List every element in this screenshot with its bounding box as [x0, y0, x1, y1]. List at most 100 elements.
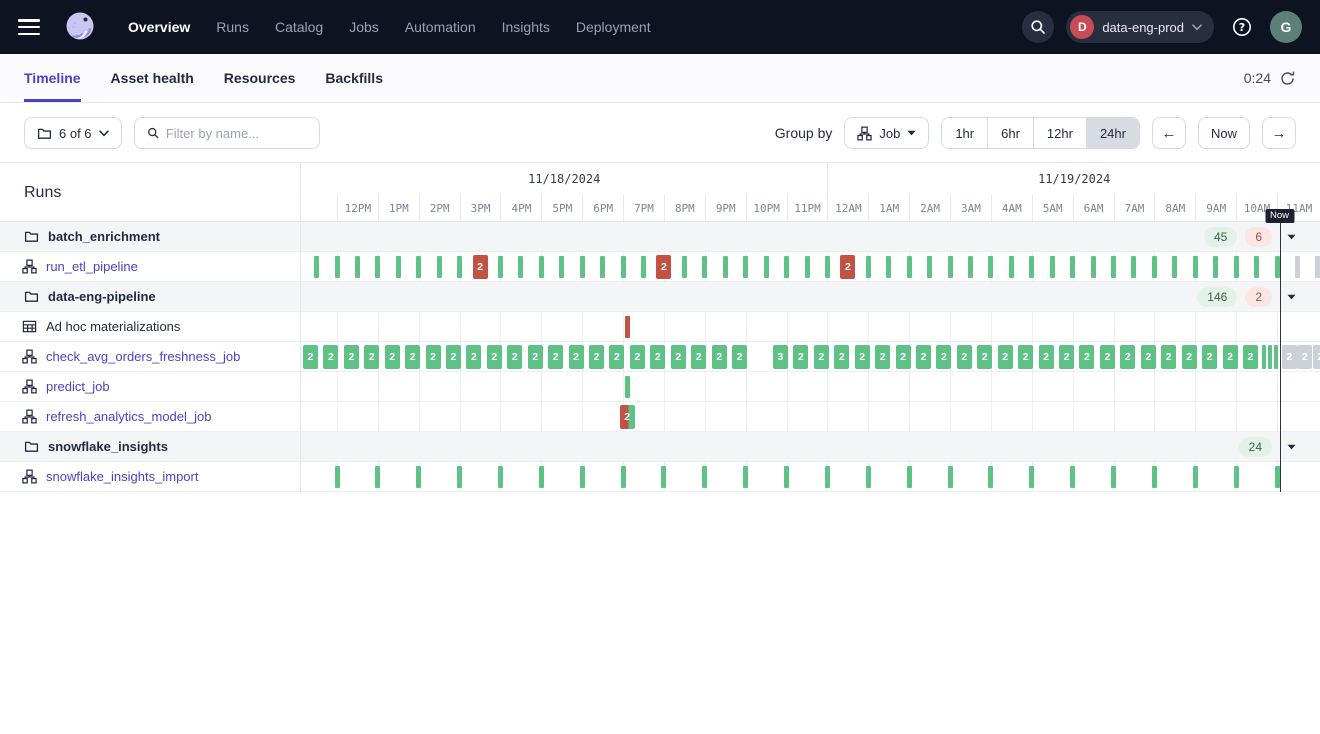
run-marker[interactable] — [416, 256, 421, 278]
run-marker[interactable] — [600, 256, 605, 278]
timeline-now-button[interactable]: Now — [1198, 117, 1250, 149]
run-marker[interactable] — [764, 256, 769, 278]
run-marker[interactable] — [1152, 256, 1157, 278]
range-12hr[interactable]: 12hr — [1033, 118, 1086, 148]
run-marker[interactable] — [1193, 256, 1198, 278]
run-marker[interactable] — [723, 256, 728, 278]
run-marker[interactable] — [539, 256, 544, 278]
run-marker[interactable] — [416, 466, 421, 488]
run-marker[interactable]: 2 — [1313, 345, 1320, 369]
run-marker[interactable]: 2 — [671, 345, 686, 369]
run-marker[interactable] — [335, 256, 340, 278]
run-marker[interactable] — [1152, 466, 1157, 488]
run-marker[interactable] — [625, 376, 630, 398]
nav-item-overview[interactable]: Overview — [128, 19, 190, 35]
tab-asset-health[interactable]: Asset health — [111, 54, 194, 102]
run-marker[interactable]: 2 — [405, 345, 420, 369]
run-marker[interactable] — [1213, 256, 1218, 278]
run-marker[interactable]: 2 — [1297, 345, 1312, 369]
run-marker[interactable] — [498, 466, 503, 488]
run-marker[interactable] — [988, 466, 993, 488]
run-marker[interactable] — [927, 256, 932, 278]
run-marker[interactable] — [743, 256, 748, 278]
run-marker[interactable] — [1111, 466, 1116, 488]
run-marker[interactable]: 2 — [1223, 345, 1238, 369]
run-marker[interactable]: 2 — [303, 345, 318, 369]
run-marker[interactable] — [396, 256, 401, 278]
run-marker[interactable] — [948, 256, 953, 278]
run-marker[interactable] — [621, 256, 626, 278]
run-marker[interactable] — [641, 256, 646, 278]
name-filter-input[interactable] — [166, 126, 307, 141]
run-marker[interactable]: 2 — [609, 345, 624, 369]
run-marker[interactable] — [625, 316, 630, 338]
run-marker[interactable] — [1091, 256, 1096, 278]
run-marker[interactable]: 2 — [896, 345, 911, 369]
expand-caret[interactable] — [1287, 222, 1296, 251]
run-marker[interactable]: 2 — [656, 255, 671, 279]
run-marker[interactable] — [1111, 256, 1116, 278]
run-marker[interactable] — [457, 466, 462, 488]
run-marker[interactable] — [437, 256, 442, 278]
run-marker[interactable] — [805, 256, 810, 278]
nav-item-deployment[interactable]: Deployment — [576, 19, 651, 35]
run-marker[interactable] — [1029, 466, 1034, 488]
range-6hr[interactable]: 6hr — [987, 118, 1033, 148]
run-marker[interactable] — [1262, 345, 1266, 369]
run-marker[interactable] — [335, 466, 340, 488]
run-marker[interactable] — [1315, 256, 1320, 278]
run-marker[interactable] — [825, 466, 830, 488]
run-marker[interactable] — [1070, 466, 1075, 488]
run-marker[interactable]: 2 — [548, 345, 563, 369]
run-marker[interactable]: 2 — [1161, 345, 1176, 369]
nav-item-jobs[interactable]: Jobs — [349, 19, 379, 35]
avatar[interactable]: G — [1270, 11, 1302, 43]
search-icon[interactable] — [1022, 11, 1054, 43]
run-marker[interactable]: 2 — [650, 345, 665, 369]
timeline-next-button[interactable]: → — [1262, 117, 1296, 149]
refresh-icon[interactable] — [1279, 70, 1296, 87]
run-marker[interactable]: 2 — [1059, 345, 1074, 369]
group-by-select[interactable]: Job — [844, 117, 929, 149]
tab-backfills[interactable]: Backfills — [325, 54, 383, 102]
run-marker[interactable]: 2 — [712, 345, 727, 369]
run-marker[interactable] — [1172, 256, 1177, 278]
nav-item-catalog[interactable]: Catalog — [275, 19, 323, 35]
run-marker[interactable] — [1131, 256, 1136, 278]
run-marker[interactable] — [1070, 256, 1075, 278]
run-marker[interactable] — [866, 466, 871, 488]
run-marker[interactable]: 2 — [466, 345, 481, 369]
nav-item-runs[interactable]: Runs — [216, 19, 249, 35]
run-marker[interactable]: 2 — [1141, 345, 1156, 369]
run-marker[interactable] — [988, 256, 993, 278]
run-marker[interactable] — [702, 466, 707, 488]
run-marker[interactable] — [1193, 466, 1198, 488]
run-marker[interactable]: 2 — [589, 345, 604, 369]
run-marker[interactable]: 2 — [630, 345, 645, 369]
deployment-selector[interactable]: D data-eng-prod — [1066, 11, 1214, 43]
timeline-prev-button[interactable]: ← — [1152, 117, 1186, 149]
run-marker[interactable]: 2 — [1018, 345, 1033, 369]
run-marker[interactable] — [1009, 256, 1014, 278]
run-marker[interactable] — [539, 466, 544, 488]
run-marker[interactable]: 2 — [855, 345, 870, 369]
run-marker[interactable] — [1234, 466, 1239, 488]
run-marker[interactable]: 2 — [473, 255, 488, 279]
run-marker[interactable] — [907, 256, 912, 278]
run-marker[interactable] — [825, 256, 830, 278]
dagster-logo-icon[interactable] — [62, 9, 98, 45]
run-marker[interactable] — [1268, 345, 1272, 369]
nav-item-insights[interactable]: Insights — [502, 19, 550, 35]
run-marker[interactable] — [580, 256, 585, 278]
run-marker[interactable]: 2 — [834, 345, 849, 369]
run-marker[interactable]: 2 — [446, 345, 461, 369]
run-marker[interactable] — [1050, 256, 1055, 278]
tab-timeline[interactable]: Timeline — [24, 54, 81, 102]
run-marker[interactable] — [661, 466, 666, 488]
run-marker[interactable] — [375, 256, 380, 278]
run-marker[interactable] — [948, 466, 953, 488]
run-marker[interactable] — [1254, 256, 1259, 278]
run-marker[interactable]: 2 — [936, 345, 951, 369]
run-marker[interactable] — [907, 466, 912, 488]
run-marker[interactable]: 2 — [875, 345, 890, 369]
